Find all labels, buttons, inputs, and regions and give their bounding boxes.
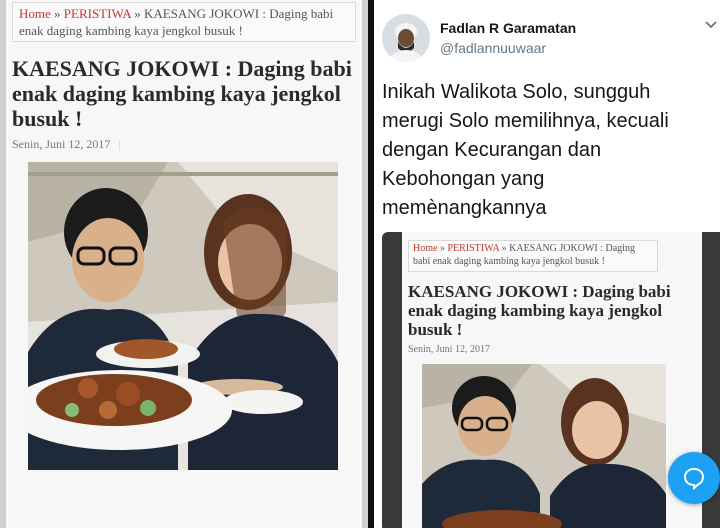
article-title: KAESANG JOKOWI : Daging babi enak daging… — [12, 56, 352, 131]
tweet-text: Inikah Walikota Solo, sungguh merugi Sol… — [382, 81, 669, 219]
breadcrumb-separator: » — [50, 6, 64, 21]
breadcrumb-home[interactable]: Home — [19, 6, 51, 21]
author-handle[interactable]: @fadlannuuwaar — [440, 40, 546, 56]
avatar[interactable] — [382, 14, 430, 62]
article-date-line: Senin, Juni 12, 2017 | — [12, 137, 121, 152]
tweet-panel: Fadlan R Garamatan @fadlannuuwaar Inikah… — [374, 0, 720, 528]
breadcrumb-separator: » — [130, 6, 144, 21]
embedded-article-date: Senin, Juni 12, 2017 — [408, 344, 490, 355]
chevron-down-icon[interactable] — [704, 18, 718, 32]
avatar-image — [382, 14, 430, 62]
embedded-breadcrumb: Home » PERISTIWA » KAESANG JOKOWI : Dagi… — [408, 240, 658, 272]
photo-illustration — [28, 162, 338, 470]
caption-peek — [12, 516, 358, 528]
date-separator: | — [118, 137, 121, 151]
author-name[interactable]: Fadlan R Garamatan — [440, 20, 576, 36]
reply-fab[interactable] — [668, 452, 720, 504]
left-edge — [0, 0, 6, 528]
breadcrumb-section: PERISTIWA — [447, 243, 500, 254]
breadcrumb-section[interactable]: PERISTIWA — [64, 6, 131, 21]
speech-bubble-icon — [683, 467, 705, 490]
breadcrumb-separator: » — [437, 243, 448, 254]
article-screenshot: Home » PERISTIWA » KAESANG JOKOWI : Dagi… — [0, 0, 368, 528]
article-date: Senin, Juni 12, 2017 — [12, 137, 111, 151]
article-photo — [28, 162, 338, 470]
embedded-photo-illustration — [422, 364, 666, 528]
breadcrumb-home: Home — [413, 243, 438, 254]
embedded-article-photo — [422, 364, 666, 528]
breadcrumb-separator: » — [499, 243, 510, 254]
breadcrumb: Home » PERISTIWA » KAESANG JOKOWI : Dagi… — [12, 2, 356, 42]
embedded-article-title: KAESANG JOKOWI : Daging babi enak daging… — [408, 282, 671, 339]
